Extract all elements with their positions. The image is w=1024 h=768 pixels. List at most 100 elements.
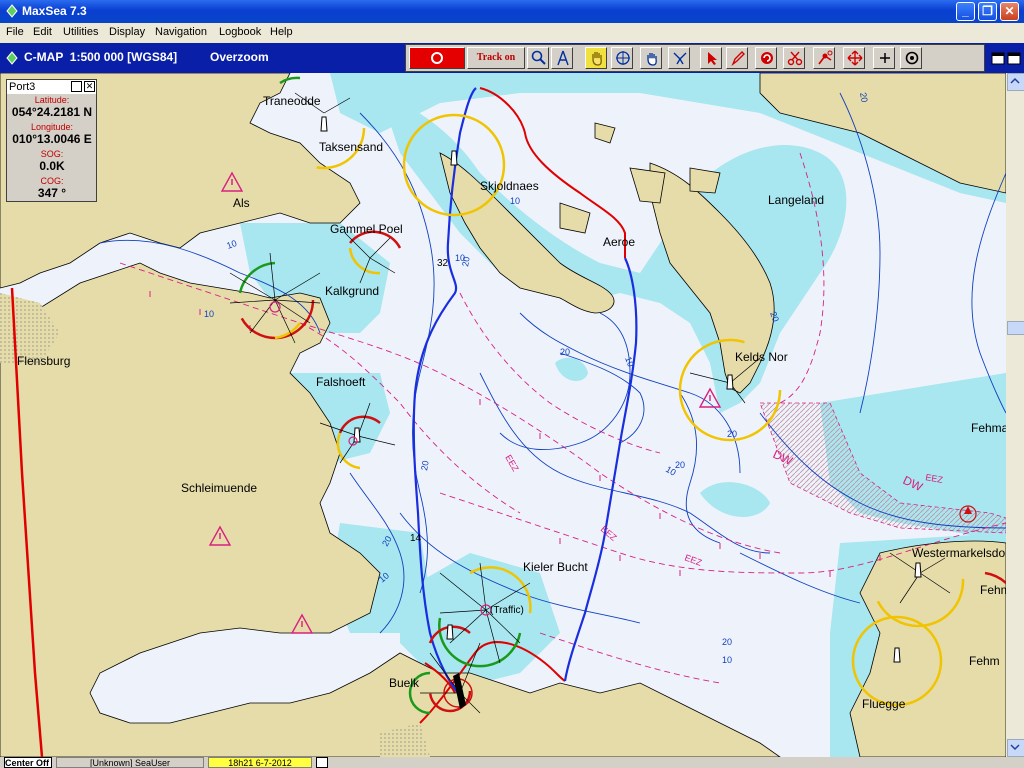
tile-windows-icon[interactable] [990,49,1024,69]
erase-tool-button[interactable] [755,47,777,69]
track-on-button[interactable]: Track on [467,47,525,69]
lock-checkbox[interactable] [316,757,328,768]
longitude-field: Longitude: 010°13.0046 E [9,122,95,146]
cut-icon [787,51,803,66]
depth-label: 20 [460,256,472,268]
longitude-value: 010°13.0046 E [12,132,92,146]
place-flensburg: Flensburg [17,354,70,368]
menu-utilities[interactable]: Utilities [63,26,98,38]
place-kalkgrund: Kalkgrund [325,284,379,298]
pencil-icon [731,51,745,66]
move-icon [847,50,863,66]
scroll-thumb[interactable] [1007,321,1024,335]
menu-edit[interactable]: Edit [33,26,52,38]
pencil-tool-button[interactable] [726,47,748,69]
depth-label: 10 [510,196,520,206]
zoom-state: Overzoom [210,50,269,64]
zoom-tool-button[interactable] [527,47,549,69]
maxsea-logo-icon [6,4,18,18]
cog-field: COG: 347 ° [9,176,95,200]
menu-display[interactable]: Display [109,26,145,38]
place-fehmarn: Fehmarn [971,421,1006,435]
depth-label: 20 [858,92,870,104]
sog-field: SOG: 0.0K [9,149,95,173]
datetime-status: 18h21 6-7-2012 [208,757,312,768]
edit-route-tool-button[interactable] [813,47,835,69]
menu-file[interactable]: File [6,26,24,38]
pan-tool-button[interactable] [585,47,607,69]
status-bar: Center Off [Unknown] SeaUser 18h21 6-7-2… [0,757,1024,768]
title-bar: MaxSea 7.3 _ ❐ ✕ [0,0,1024,23]
place-skjoldnaes: Skjoldnaes [480,179,539,193]
place-traneodde: Traneodde [263,94,321,108]
panel-maximize-button[interactable] [71,81,82,92]
menu-navigation[interactable]: Navigation [155,26,207,38]
cog-value: 347 ° [37,186,67,200]
place-als: Als [233,196,250,210]
search-icon [531,50,546,65]
place-gammel-poel: Gammel Poel [330,222,403,236]
drag-hand-icon [647,53,657,66]
arrow-up-icon [1010,77,1020,84]
pointer-tool-button[interactable] [700,47,722,69]
place-kelds-nor: Kelds Nor [735,350,788,364]
depth-label: 20 [727,429,737,439]
chart-title: C-MAP 1:500 000 [WGS84] [24,50,178,64]
panel-title: Port3 [9,81,36,93]
place-westermarkelsdorf: Westermarkelsdorf [912,546,1006,560]
edit-route-icon [818,50,833,65]
target-tool-button[interactable] [900,47,922,69]
place-fluegge: Fluegge [862,697,906,711]
depth-label: 20 [560,347,570,357]
scroll-down-button[interactable] [1007,739,1024,757]
menu-bar: File Edit Utilities Display Navigation L… [0,23,1024,43]
minimize-button[interactable]: _ [956,2,975,21]
compass-tool-button[interactable] [551,47,573,69]
latitude-label: Latitude: [34,95,70,105]
route-tool-button[interactable] [668,47,690,69]
crosshair-icon [616,51,630,65]
pan-hand-icon [592,52,602,66]
pointer-icon [708,52,717,65]
add-mark-tool-button[interactable] [873,47,895,69]
target-icon [905,51,919,65]
place-falshoeft: Falshoeft [316,375,366,389]
erase-icon [761,52,773,64]
longitude-label: Longitude: [30,122,74,132]
place-schleimuende: Schleimuende [181,481,257,495]
latitude-value: 054°24.2181 N [11,105,93,119]
plus-icon [880,53,890,63]
cut-tool-button[interactable] [783,47,805,69]
stop-button[interactable] [409,47,465,69]
center-mode-toggle[interactable]: Center Off [4,757,52,768]
stop-circle-icon [431,52,443,64]
panel-header: Port3 ✕ [7,80,96,94]
chart-window-icon [6,51,18,65]
depth-label: 10 [204,309,214,319]
scroll-up-button[interactable] [1007,73,1024,91]
window-layout-buttons [990,49,1024,69]
place-buelk: Buelk [389,676,420,690]
restore-button[interactable]: ❐ [978,2,997,21]
sog-value: 0.0K [39,159,65,173]
vertical-scrollbar[interactable] [1006,73,1024,757]
window-title: MaxSea 7.3 [22,4,87,18]
depth-sounding: 32 [437,258,449,269]
close-button[interactable]: ✕ [1000,2,1019,21]
depth-label: 10 [722,655,732,665]
compass-icon [557,50,569,66]
place-langeland: Langeland [768,193,824,207]
cog-label: COG: [40,176,64,186]
move-tool-button[interactable] [843,47,865,69]
nautical-chart[interactable]: Traneodde Taksensand Als Gammel Poel Kal… [0,73,1006,757]
menu-logbook[interactable]: Logbook [219,26,261,38]
sog-label: SOG: [40,149,64,159]
place-kieler-bucht: Kieler Bucht [523,560,588,574]
crosshair-tool-button[interactable] [611,47,633,69]
vessel-info-panel: Port3 ✕ Latitude: 054°24.2181 N Longitud… [6,79,97,202]
place-taksensand: Taksensand [319,140,383,154]
menu-help[interactable]: Help [270,26,293,38]
panel-close-button[interactable]: ✕ [84,81,95,92]
drag-tool-button[interactable] [640,47,662,69]
depth-label: 20 [675,460,685,470]
